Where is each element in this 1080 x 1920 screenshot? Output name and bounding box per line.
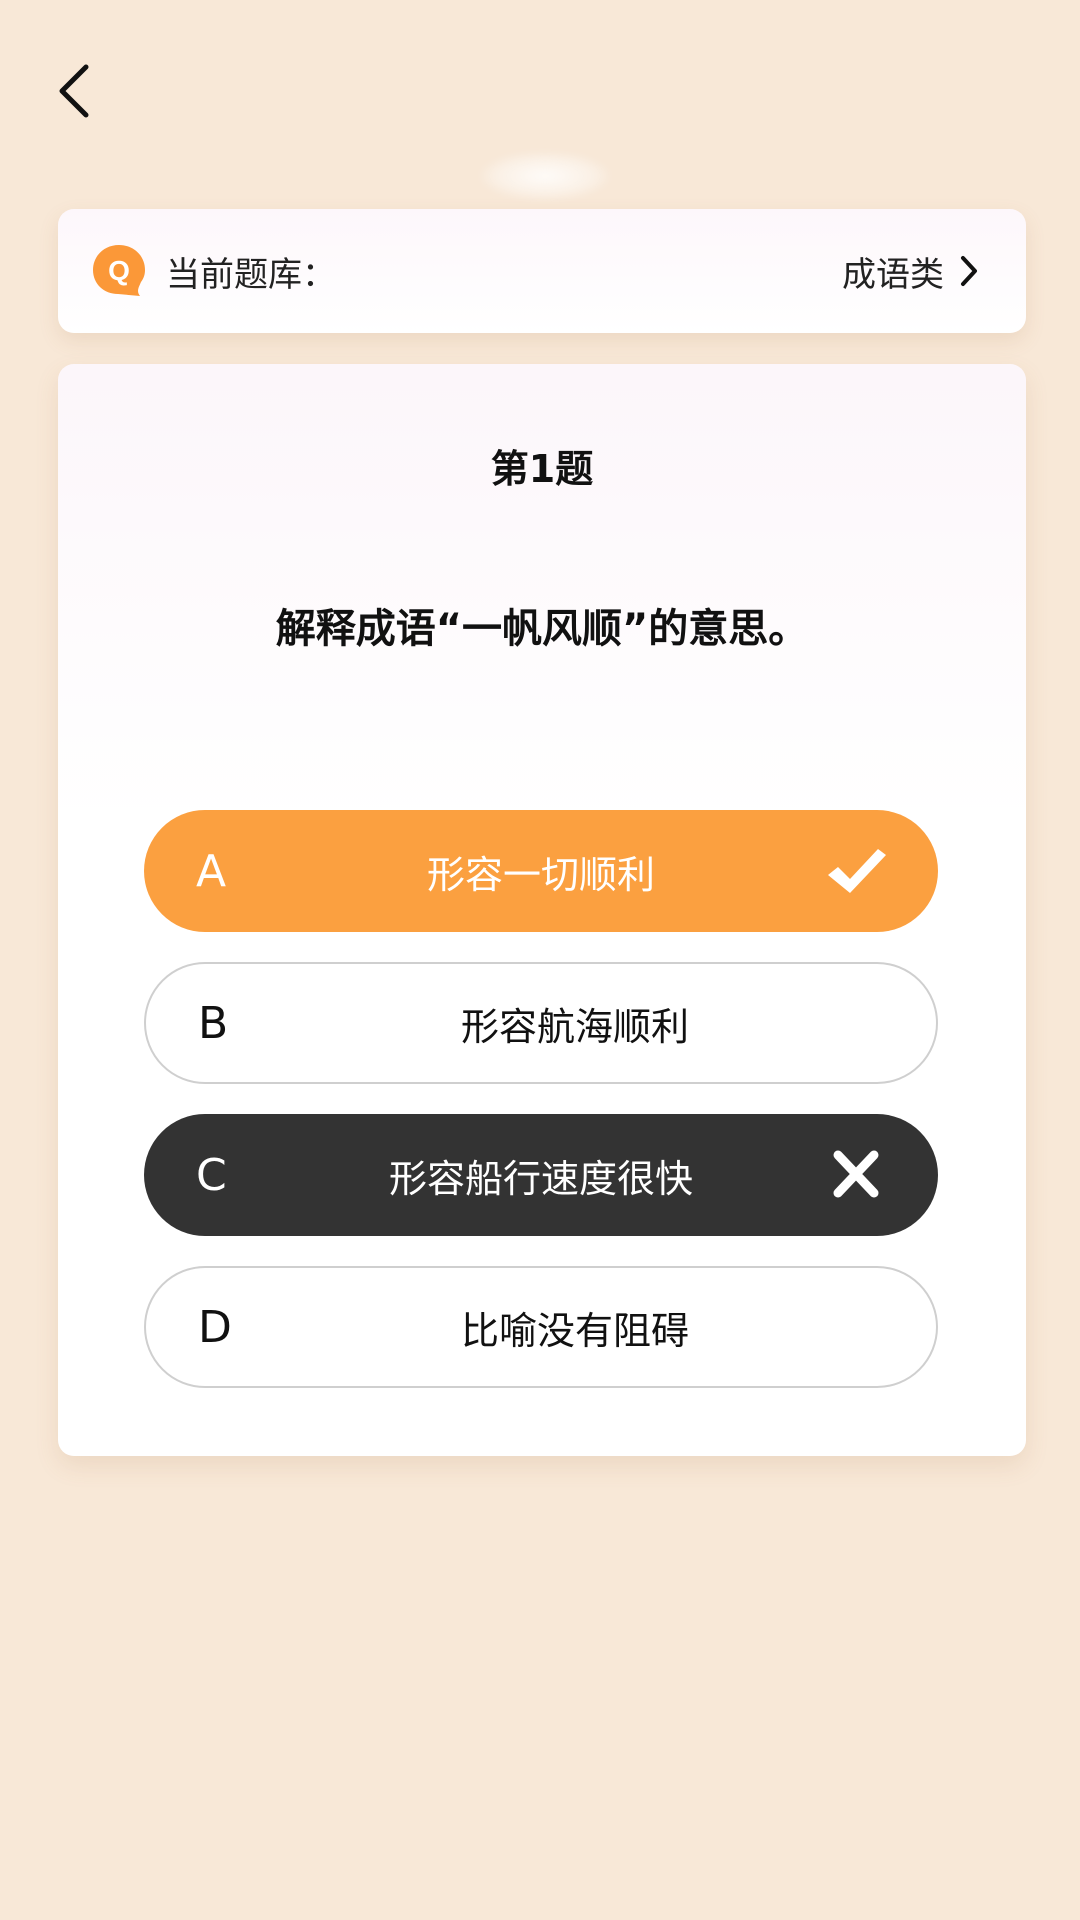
check-icon [828, 849, 886, 893]
question-text: 解释成语“一帆风顺”的意思。 [275, 606, 809, 652]
chevron-right-icon [961, 256, 977, 286]
option-d[interactable]: D 比喻没有阻碍 [144, 1266, 938, 1388]
question-bank-label: 当前题库： [166, 254, 336, 295]
option-text: 形容船行速度很快 [388, 1156, 693, 1201]
question-bank-value: 成语类 [842, 254, 944, 295]
question-bank-bar: Q 当前题库： 成语类 [58, 209, 1026, 333]
chevron-left-icon [59, 64, 89, 118]
option-c[interactable]: C 形容船行速度很快 [144, 1114, 938, 1236]
option-text: 比喻没有阻碍 [460, 1308, 689, 1353]
cross-icon [833, 1150, 879, 1198]
q-chat-badge-icon: Q [93, 245, 145, 296]
option-text: 形容一切顺利 [426, 852, 655, 897]
question-card: 第1题 解释成语“一帆风顺”的意思。 A 形容一切顺利 B 形容航海顺利 C 形… [58, 364, 1026, 1456]
option-a[interactable]: A 形容一切顺利 [144, 810, 938, 932]
option-b[interactable]: B 形容航海顺利 [144, 962, 938, 1084]
background-smudge [480, 152, 610, 200]
option-text: 形容航海顺利 [460, 1004, 689, 1049]
back-button[interactable] [44, 56, 104, 126]
question-number: 第1题 [490, 447, 594, 491]
svg-text:Q: Q [108, 255, 130, 286]
question-bank-selector[interactable]: 成语类 [842, 247, 980, 296]
